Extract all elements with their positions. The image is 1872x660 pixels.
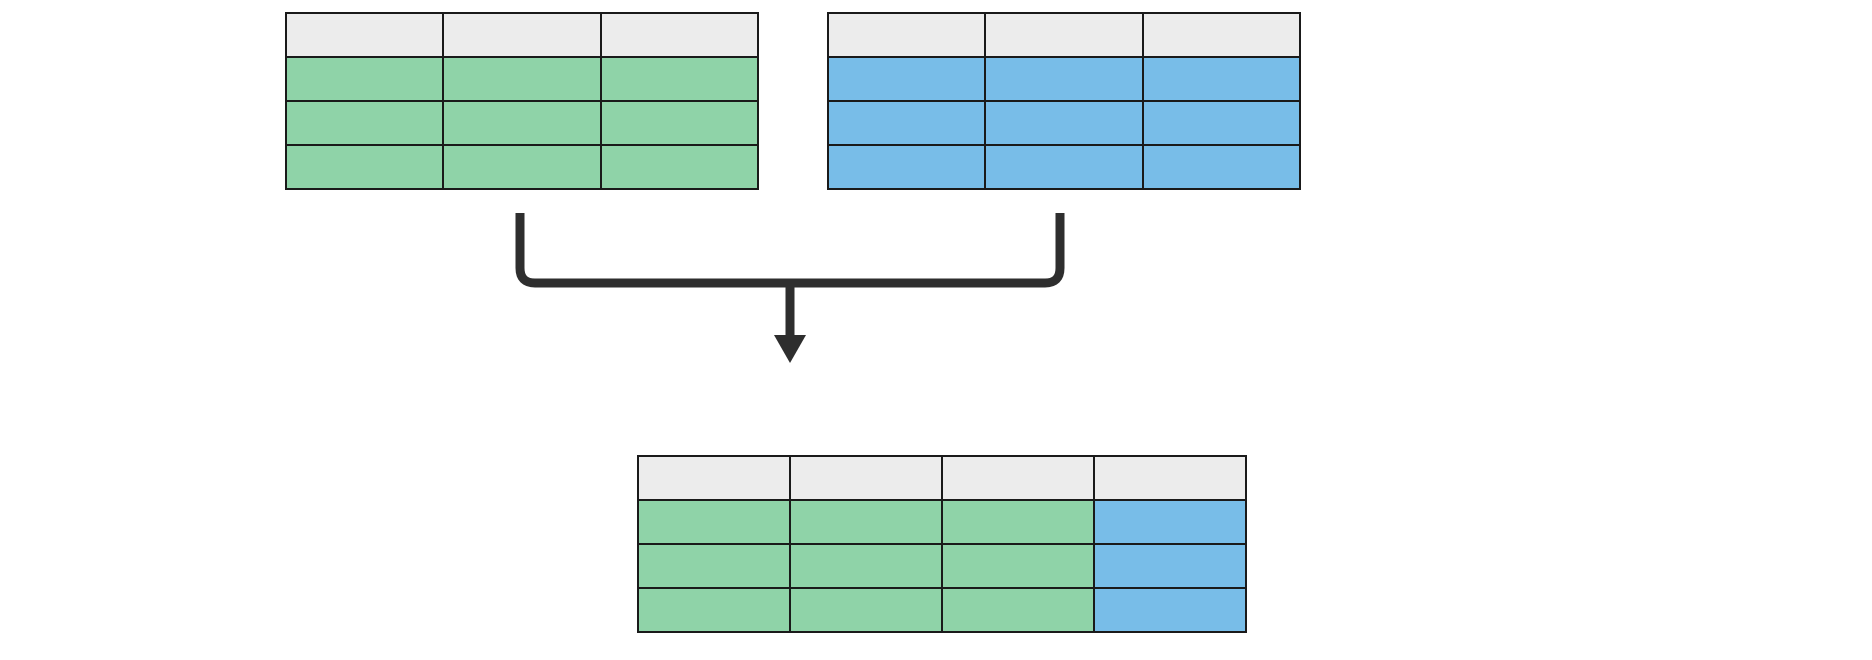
data-cell — [1094, 500, 1246, 544]
merge-arrow-icon — [490, 213, 1090, 373]
data-cell — [638, 500, 790, 544]
data-cell — [985, 145, 1142, 189]
data-cell — [942, 500, 1094, 544]
table-row — [638, 588, 1246, 632]
header-cell — [638, 456, 790, 500]
data-cell — [601, 57, 758, 101]
data-cell — [601, 101, 758, 145]
table-header-row — [828, 13, 1300, 57]
data-cell — [286, 101, 443, 145]
data-cell — [1094, 588, 1246, 632]
header-cell — [942, 456, 1094, 500]
data-cell — [443, 57, 600, 101]
table-row — [286, 145, 758, 189]
table-header-row — [638, 456, 1246, 500]
data-cell — [942, 544, 1094, 588]
data-cell — [638, 544, 790, 588]
table-header-row — [286, 13, 758, 57]
data-cell — [828, 101, 985, 145]
data-cell — [601, 145, 758, 189]
data-cell — [828, 57, 985, 101]
header-cell — [828, 13, 985, 57]
table-row — [286, 101, 758, 145]
output-table — [637, 455, 1247, 633]
table-row — [828, 57, 1300, 101]
data-cell — [638, 588, 790, 632]
table-row — [828, 101, 1300, 145]
header-cell — [286, 13, 443, 57]
input-table-left — [285, 12, 759, 190]
header-cell — [1094, 456, 1246, 500]
data-cell — [790, 544, 942, 588]
merge-diagram — [0, 0, 1872, 660]
data-cell — [1143, 101, 1300, 145]
table-row — [638, 500, 1246, 544]
data-cell — [443, 101, 600, 145]
input-table-right — [827, 12, 1301, 190]
header-cell — [601, 13, 758, 57]
data-cell — [942, 588, 1094, 632]
header-cell — [443, 13, 600, 57]
data-cell — [985, 101, 1142, 145]
table-row — [828, 145, 1300, 189]
data-cell — [790, 500, 942, 544]
data-cell — [828, 145, 985, 189]
data-cell — [286, 145, 443, 189]
data-cell — [1143, 57, 1300, 101]
header-cell — [985, 13, 1142, 57]
data-cell — [1094, 544, 1246, 588]
header-cell — [1143, 13, 1300, 57]
data-cell — [1143, 145, 1300, 189]
table-row — [286, 57, 758, 101]
data-cell — [790, 588, 942, 632]
data-cell — [985, 57, 1142, 101]
header-cell — [790, 456, 942, 500]
data-cell — [443, 145, 600, 189]
table-row — [638, 544, 1246, 588]
data-cell — [286, 57, 443, 101]
